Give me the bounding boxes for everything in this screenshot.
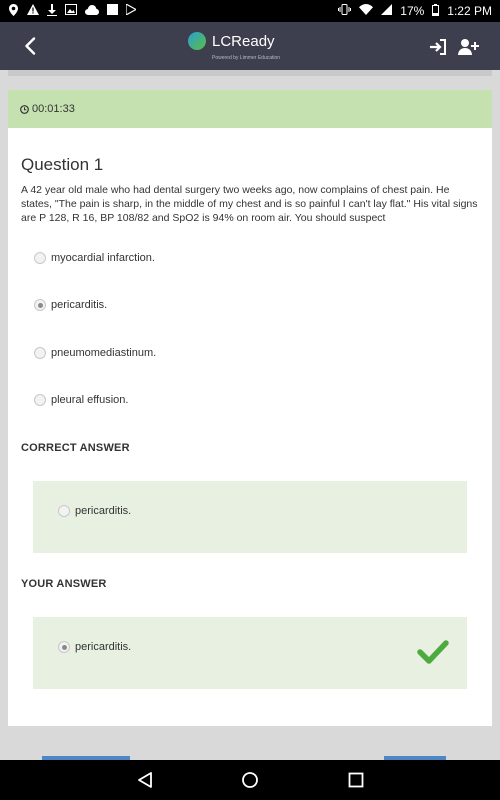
- option-label: pleural effusion.: [51, 394, 129, 406]
- your-answer-heading: YOUR ANSWER: [21, 578, 107, 590]
- back-arrow-icon: [25, 37, 36, 55]
- system-icons: 17% 1:22 PM: [338, 3, 492, 19]
- option-label: myocardial infarction.: [51, 252, 155, 264]
- back-button[interactable]: [18, 34, 42, 58]
- navigation-bar: [0, 760, 500, 800]
- signal-icon: [381, 4, 393, 18]
- logo-mark-icon: [188, 32, 206, 50]
- clock-icon: [20, 104, 29, 114]
- correct-answer-label: pericarditis.: [75, 505, 132, 517]
- status-time: 1:22 PM: [447, 4, 492, 18]
- question-text: A 42 year old male who had dental surger…: [21, 184, 478, 224]
- add-user-button[interactable]: [458, 36, 480, 58]
- radio-button[interactable]: [34, 394, 46, 406]
- your-answer-option: pericarditis.: [58, 641, 131, 653]
- correct-answer-heading: CORRECT ANSWER: [21, 442, 130, 454]
- timer-bar: 00:01:33: [8, 90, 492, 128]
- question-title: Question 1: [21, 155, 104, 174]
- notification-icons: [8, 2, 138, 19]
- logo-subtitle: Powered by Limmer Education: [212, 55, 281, 61]
- checkmark-icon: [417, 640, 449, 664]
- warning-icon: [27, 4, 39, 18]
- option-2[interactable]: pericarditis.: [34, 299, 107, 311]
- wifi-icon: [359, 4, 374, 18]
- option-4[interactable]: pleural effusion.: [34, 394, 128, 406]
- sign-in-button[interactable]: [427, 36, 449, 58]
- add-user-icon: [458, 39, 479, 55]
- battery-icon: [432, 3, 440, 19]
- option-1[interactable]: myocardial infarction.: [34, 252, 155, 264]
- nav-home-icon[interactable]: [241, 771, 259, 789]
- radio-button: [58, 505, 70, 517]
- location-icon: [8, 3, 19, 19]
- nav-recents-icon[interactable]: [347, 771, 365, 789]
- question-card: 00:01:33 Question 1 A 42 year old male w…: [8, 90, 492, 726]
- content-area: 00:01:33 Question 1 A 42 year old male w…: [0, 70, 500, 760]
- app-bar: LCReady Powered by Limmer Education: [0, 22, 500, 70]
- your-answer-label: pericarditis.: [75, 641, 132, 653]
- radio-button[interactable]: [34, 347, 46, 359]
- battery-percent: 17%: [400, 4, 425, 18]
- radio-button-selected[interactable]: [34, 299, 46, 311]
- nav-back-icon[interactable]: [136, 771, 154, 789]
- status-bar: 17% 1:22 PM: [0, 0, 500, 22]
- image-icon: [65, 4, 77, 18]
- timer-value: 00:01:33: [32, 103, 75, 115]
- your-answer-box: pericarditis.: [33, 617, 467, 689]
- option-label: pericarditis.: [51, 299, 108, 311]
- top-strip: [8, 70, 492, 76]
- option-3[interactable]: pneumomediastinum.: [34, 347, 156, 359]
- play-store-icon: [125, 2, 138, 18]
- vibrate-icon: [338, 4, 352, 18]
- square-icon: [107, 4, 118, 18]
- sign-in-icon: [430, 39, 446, 55]
- radio-button-selected: [58, 641, 70, 653]
- correct-answer-box: pericarditis.: [33, 481, 467, 553]
- cloud-icon: [85, 4, 99, 18]
- logo-text: LCReady: [212, 32, 275, 50]
- option-label: pneumomediastinum.: [51, 347, 157, 359]
- download-icon: [47, 3, 57, 19]
- radio-button[interactable]: [34, 252, 46, 264]
- correct-answer-option: pericarditis.: [58, 505, 131, 517]
- app-logo: LCReady: [188, 32, 275, 50]
